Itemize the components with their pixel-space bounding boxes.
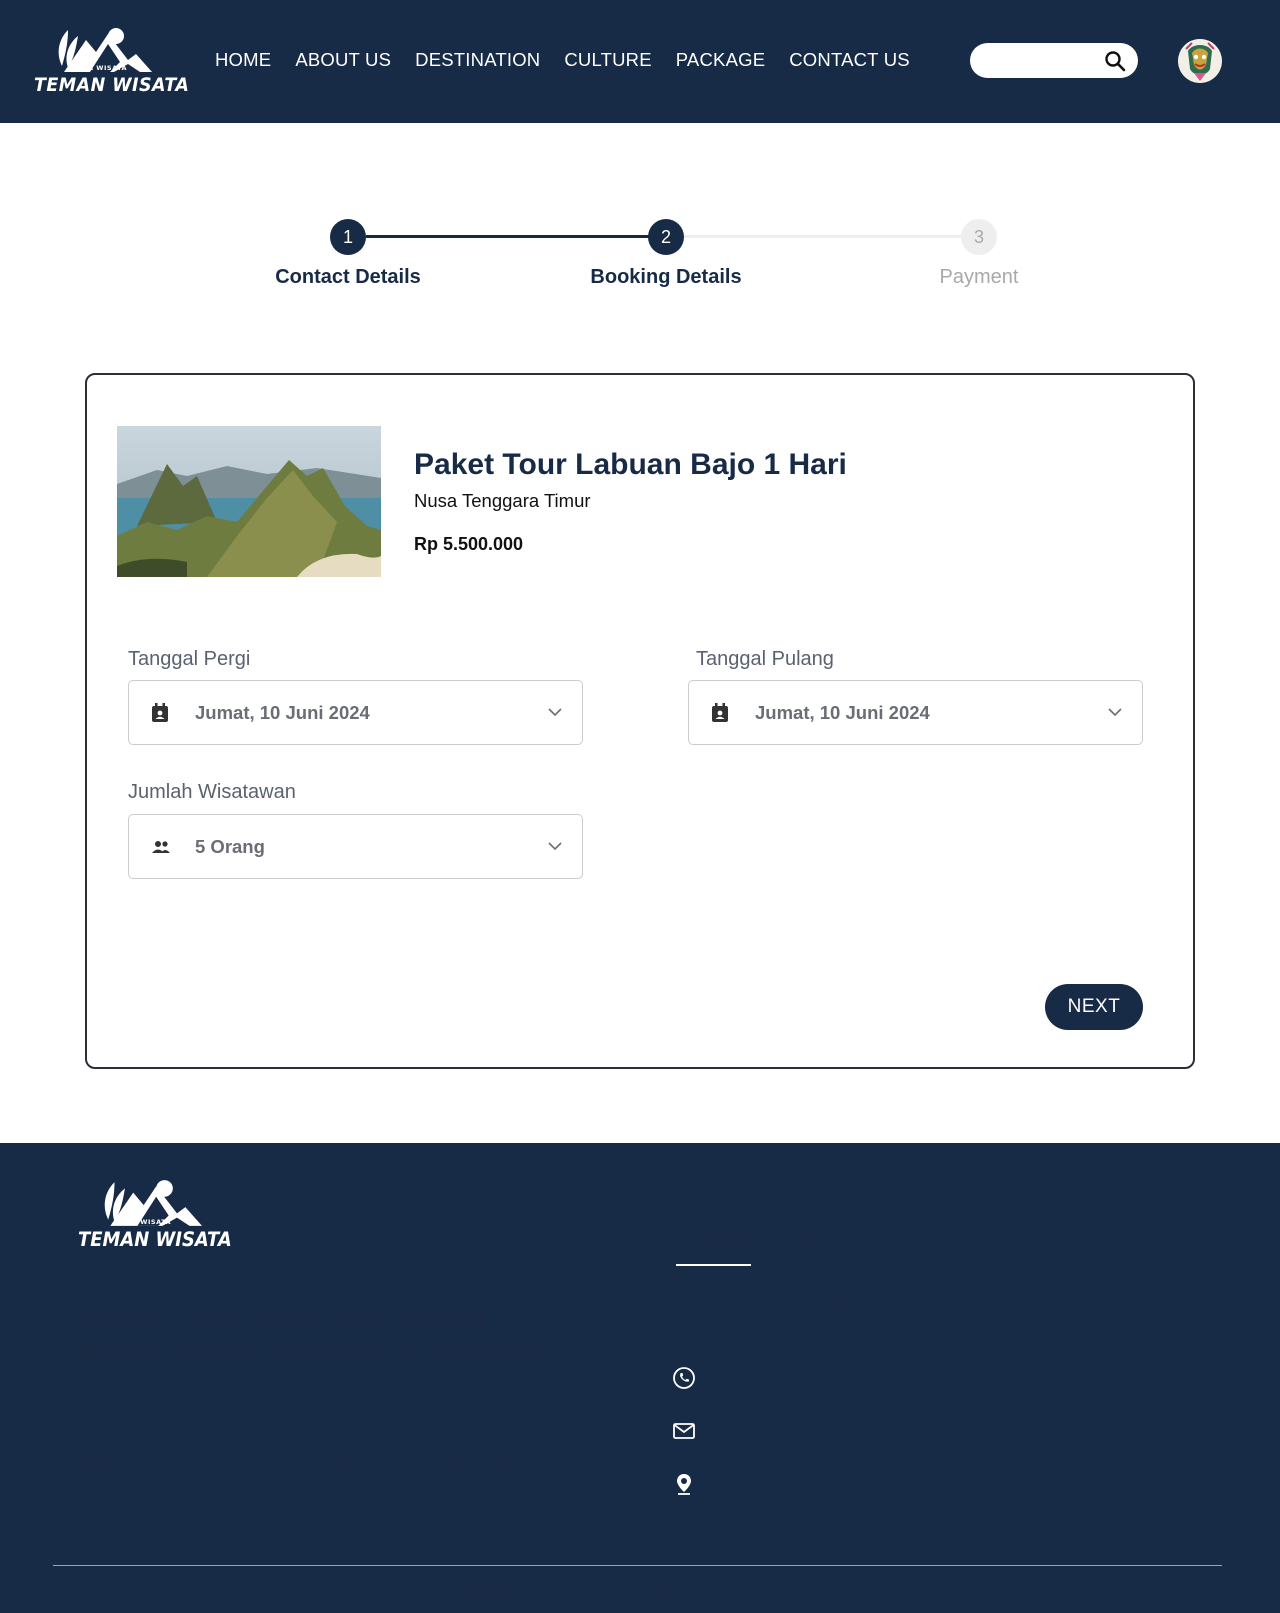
footer-logo-title: TEMAN WISATA [78, 1228, 232, 1251]
stepper-line-completed [366, 235, 666, 238]
step-3-circle[interactable]: 3 [961, 219, 997, 255]
contact-address-text: Perkantoran Hijau Arkadia, Tower G, Jl. … [711, 1469, 1225, 1509]
step-2-number: 2 [660, 226, 671, 247]
departure-date-value: Jumat, 10 Juni 2024 [195, 702, 370, 723]
chevron-down-icon[interactable] [548, 708, 562, 717]
calendar-icon [712, 703, 728, 722]
phone-icon [673, 1367, 695, 1389]
departure-date-field[interactable]: Jumat, 10 Juni 2024 [128, 680, 583, 745]
package-thumbnail [117, 426, 381, 577]
calendar-icon [152, 703, 168, 722]
footer-divider [53, 1565, 1222, 1566]
contact-description: Jangan ragu untuk menghubungi dan menghu… [668, 1292, 1074, 1309]
contact-phone-text: +62 813 0989 5630 [711, 1369, 846, 1386]
mail-icon [673, 1423, 695, 1439]
return-date-value: Jumat, 10 Juni 2024 [755, 702, 930, 723]
stepper-line-pending [684, 235, 980, 238]
departure-date-label: Tanggal Pergi [128, 648, 251, 670]
travelers-value: 5 Orang [195, 836, 265, 857]
booking-stepper: 1 2 3 Contact Details Booking Details Pa… [0, 0, 1280, 310]
contact-phone[interactable]: +62 813 0989 5630 [672, 1366, 845, 1390]
package-price: Rp 5.500.000 [414, 534, 524, 554]
step-1-label: Contact Details [275, 266, 421, 288]
chevron-down-icon[interactable] [1108, 708, 1122, 717]
contact-email-text: temanwisata@gmail.com [711, 1422, 885, 1439]
copyright-text: Copyright 2024 PT Berkelana Teman Wisata [438, 1576, 842, 1599]
footer-tagline: Sebuah Cerita Sederhana Tentang Pusat La… [80, 1301, 540, 1367]
package-title: Paket Tour Labuan Bajo 1 Hari [414, 448, 847, 481]
step-3-label: Payment [939, 266, 1019, 288]
step-3-number: 3 [973, 226, 984, 247]
return-date-field[interactable]: Jumat, 10 Juni 2024 [688, 680, 1143, 745]
labuan-bajo-landscape-image [117, 426, 381, 577]
location-pin-icon [677, 1474, 691, 1495]
step-1-circle[interactable]: 1 [330, 219, 366, 255]
people-icon [152, 841, 170, 853]
contact-email[interactable]: temanwisata@gmail.com [672, 1419, 884, 1443]
travelers-label: Jumlah Wisatawan [128, 781, 296, 803]
contact-title-underline [676, 1264, 751, 1266]
footer-logo[interactable]: DESA WISATA TEMAN WISATA [74, 1178, 232, 1258]
footer-logo-subtitle: DESA WISATA [116, 1218, 172, 1226]
travelers-field[interactable]: 5 Orang [128, 814, 583, 879]
contact-title: Contact Us [668, 1218, 822, 1253]
footer-description: Aplikasi travel dan tourism dengan berag… [80, 1452, 547, 1500]
step-2-label: Booking Details [590, 266, 742, 288]
next-button[interactable]: NEXT [1045, 984, 1143, 1030]
return-date-label: Tanggal Pulang [696, 648, 834, 670]
step-2-circle[interactable]: 2 [648, 219, 684, 255]
contact-address: Perkantoran Hijau Arkadia, Tower G, Jl. … [672, 1466, 1252, 1512]
chevron-down-icon[interactable] [548, 842, 562, 851]
step-1-number: 1 [342, 226, 353, 247]
package-location: Nusa Tenggara Timur [414, 490, 591, 511]
